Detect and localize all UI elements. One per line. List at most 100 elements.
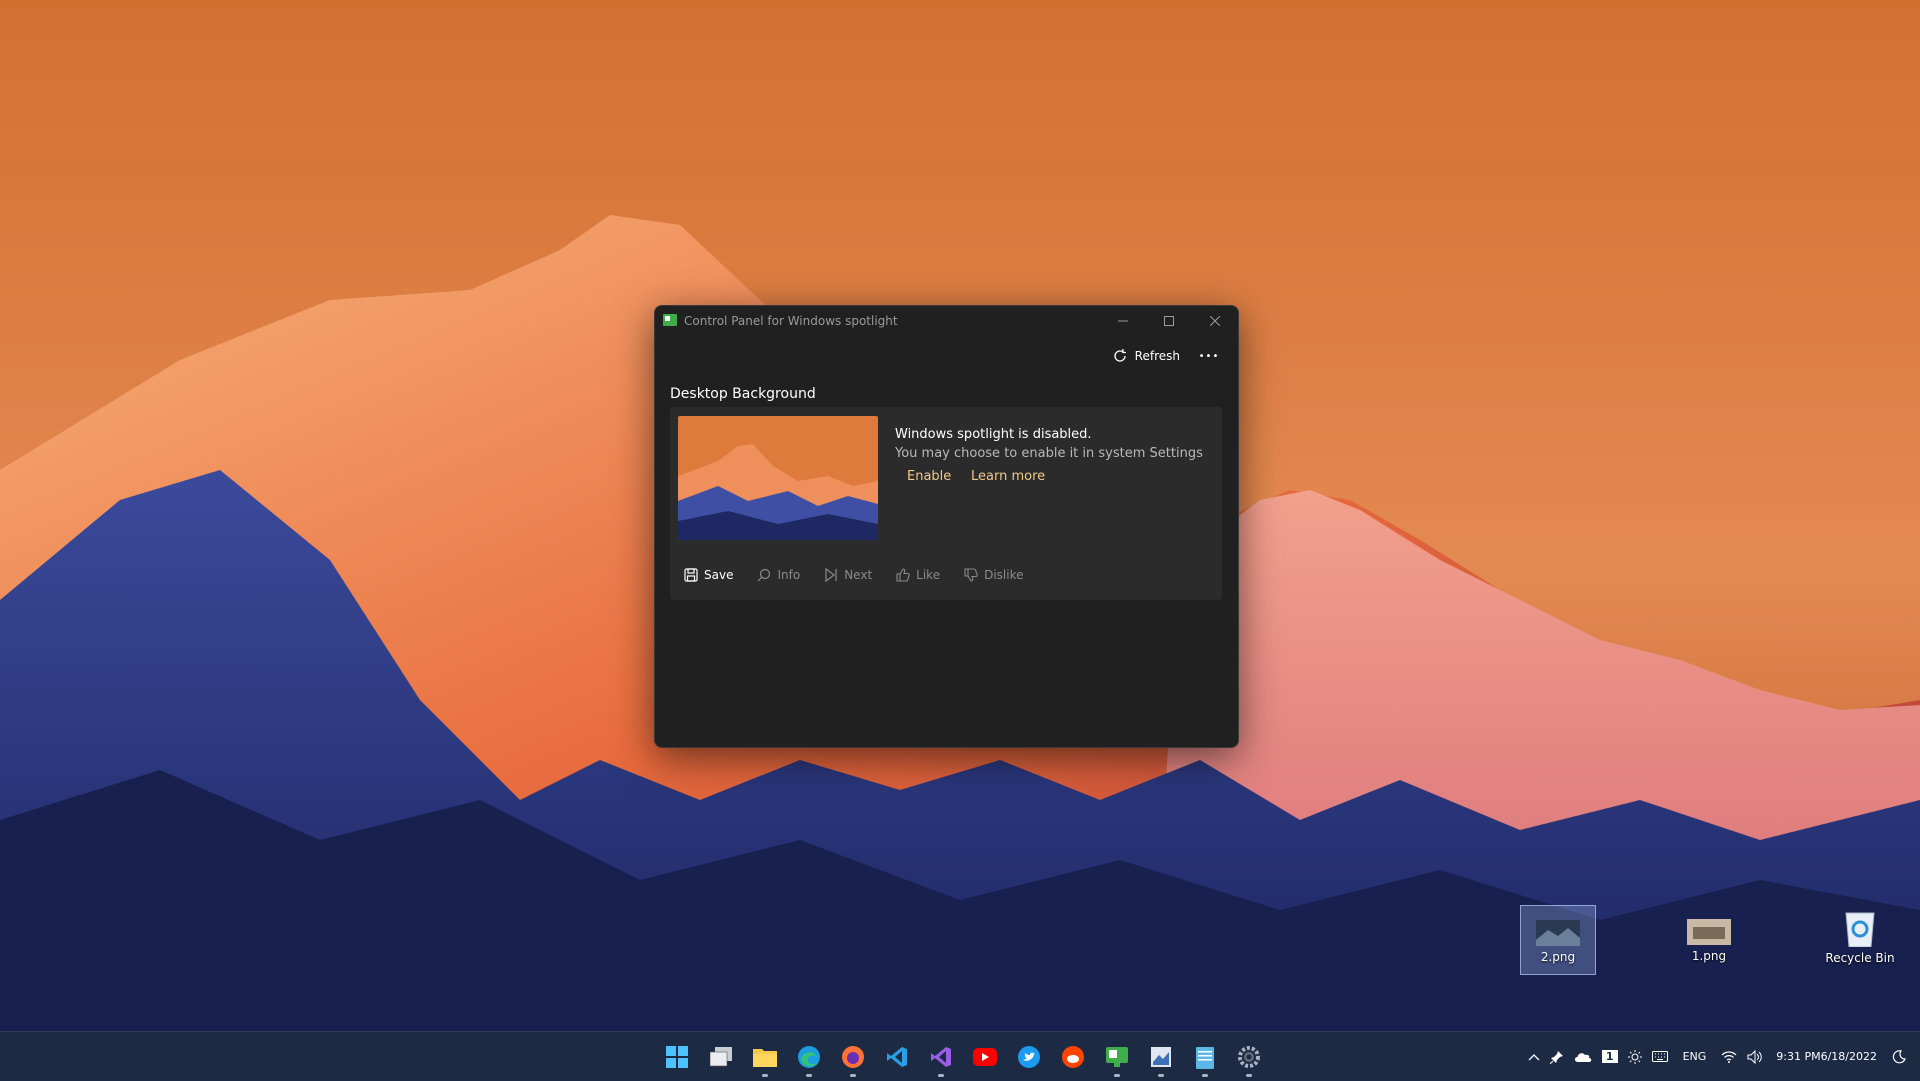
task-view-button[interactable] (699, 1032, 743, 1081)
chevron-up-icon (1528, 1053, 1540, 1060)
toolbar: Refresh ••• (655, 336, 1238, 376)
pin-tray-button[interactable] (1545, 1032, 1569, 1081)
photo-tool-button[interactable] (1139, 1032, 1183, 1081)
focus-assist-button[interactable] (1887, 1032, 1920, 1081)
desktop-background-card: Windows spotlight is disabled. You may c… (670, 407, 1222, 600)
title-bar[interactable]: Control Panel for Windows spotlight (655, 306, 1238, 336)
task-view-icon (710, 1046, 732, 1066)
input-language-button[interactable]: ENG (1673, 1032, 1717, 1081)
info-button[interactable]: Info (757, 568, 800, 582)
vscode-icon (887, 1046, 907, 1067)
refresh-icon (1114, 349, 1126, 362)
taskbar: 1 ENG 9:31 PM 6/18/2022 (0, 1031, 1920, 1081)
show-hidden-icons-button[interactable] (1523, 1032, 1545, 1081)
edge-icon (798, 1045, 820, 1068)
close-button[interactable] (1192, 306, 1238, 336)
spotlight-app-button[interactable] (1095, 1032, 1139, 1081)
network-button[interactable] (1716, 1032, 1742, 1081)
notepad-icon (1196, 1046, 1214, 1069)
youtube-button[interactable] (963, 1032, 1007, 1081)
settings-button[interactable] (1227, 1032, 1271, 1081)
running-indicator (1114, 1074, 1120, 1077)
refresh-button[interactable]: Refresh (1112, 344, 1180, 368)
maximize-button[interactable] (1146, 306, 1192, 336)
save-label: Save (704, 568, 734, 582)
visual-studio-button[interactable] (919, 1032, 963, 1081)
touch-keyboard-button[interactable] (1647, 1032, 1673, 1081)
next-label: Next (844, 568, 873, 582)
desktop-icon-1png[interactable]: 1.png (1672, 905, 1746, 973)
save-icon (684, 568, 698, 582)
enable-button[interactable]: Enable (907, 469, 951, 484)
tray-badge-button[interactable]: 1 (1597, 1032, 1623, 1081)
wifi-icon (1721, 1050, 1737, 1063)
dislike-label: Dislike (984, 568, 1024, 582)
youtube-icon (973, 1047, 997, 1066)
settings-icon (1238, 1045, 1260, 1068)
spotlight-app-icon (1106, 1046, 1128, 1067)
dislike-button[interactable]: Dislike (964, 568, 1024, 582)
onedrive-button[interactable] (1569, 1032, 1597, 1081)
running-indicator (850, 1074, 856, 1077)
twitter-icon (1018, 1045, 1040, 1068)
desktop-icon-2png[interactable]: 2.png (1520, 905, 1596, 975)
running-indicator (806, 1074, 812, 1077)
image-file-icon (1687, 919, 1731, 945)
more-options-icon: ••• (1198, 350, 1220, 362)
minimize-button[interactable] (1100, 306, 1146, 336)
like-button[interactable]: Like (896, 568, 940, 582)
vscode-button[interactable] (875, 1032, 919, 1081)
clock-date: 6/18/2022 (1820, 1050, 1877, 1063)
firefox-icon (842, 1045, 864, 1068)
running-indicator (1202, 1074, 1208, 1077)
desktop-icon-label: 1.png (1691, 949, 1727, 963)
learn-more-link[interactable]: Learn more (971, 469, 1045, 484)
firefox-button[interactable] (831, 1032, 875, 1081)
search-info-icon (758, 568, 771, 582)
volume-button[interactable] (1742, 1032, 1768, 1081)
desktop-icon-recycle-bin[interactable]: Recycle Bin (1823, 905, 1897, 973)
more-options-button[interactable]: ••• (1196, 344, 1222, 368)
clock-time: 9:31 PM (1776, 1050, 1821, 1063)
thumbs-up-icon (896, 568, 910, 582)
image-actions-bar: Save Info Next Like Dislike (684, 565, 1048, 585)
start-button[interactable] (655, 1032, 699, 1081)
save-button[interactable]: Save (684, 568, 733, 582)
running-indicator (762, 1074, 768, 1077)
pin-icon (1549, 1050, 1563, 1064)
info-label: Info (777, 568, 801, 582)
sun-icon (1627, 1049, 1642, 1064)
cloud-icon (1574, 1053, 1592, 1062)
edge-button[interactable] (787, 1032, 831, 1081)
thumbs-down-icon (964, 568, 978, 582)
minimize-icon (1118, 320, 1128, 322)
maximize-icon (1164, 316, 1174, 326)
background-preview-image (678, 416, 878, 540)
notepad-button[interactable] (1183, 1032, 1227, 1081)
refresh-label: Refresh (1134, 349, 1180, 363)
desktop-icon-label: Recycle Bin (1825, 951, 1895, 965)
next-button[interactable]: Next (824, 568, 872, 582)
reddit-icon (1062, 1045, 1084, 1068)
taskbar-apps (655, 1032, 1271, 1081)
numbered-badge-icon: 1 (1601, 1050, 1618, 1063)
file-explorer-button[interactable] (743, 1032, 787, 1081)
moon-icon (1892, 1049, 1906, 1063)
system-tray: 1 ENG 9:31 PM 6/18/2022 (1523, 1032, 1920, 1081)
recycle-bin-icon (1845, 912, 1875, 947)
file-explorer-icon (753, 1048, 777, 1067)
twitter-button[interactable] (1007, 1032, 1051, 1081)
brightness-button[interactable] (1623, 1032, 1647, 1081)
keyboard-icon (1651, 1051, 1668, 1062)
next-icon (825, 568, 837, 582)
speaker-icon (1747, 1049, 1763, 1064)
running-indicator (1246, 1074, 1252, 1077)
section-title: Desktop Background (670, 386, 816, 402)
desktop-icon-label: 2.png (1540, 950, 1576, 964)
clock-button[interactable]: 9:31 PM 6/18/2022 (1768, 1032, 1887, 1081)
image-file-icon (1536, 920, 1580, 946)
reddit-button[interactable] (1051, 1032, 1095, 1081)
start-icon (666, 1045, 688, 1068)
running-indicator (1158, 1074, 1164, 1077)
close-icon (1210, 316, 1220, 326)
